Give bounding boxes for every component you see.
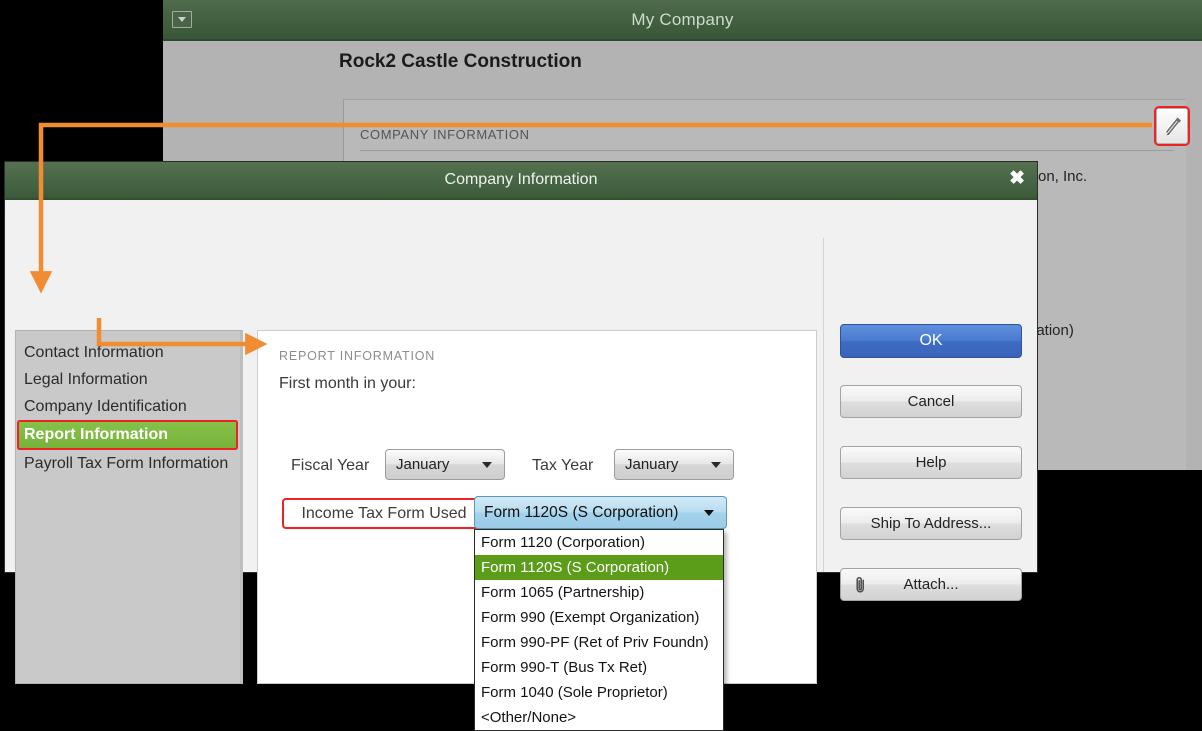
tax-year-select[interactable]: January — [614, 449, 734, 480]
dropdown-option[interactable]: Form 1120 (Corporation) — [475, 530, 723, 555]
paperclip-icon — [855, 575, 866, 606]
section-divider — [360, 150, 1174, 151]
sidebar-item-payroll-tax-form-information[interactable]: Payroll Tax Form Information — [16, 450, 240, 477]
ship-to-address-button[interactable]: Ship To Address... — [840, 507, 1022, 540]
fiscal-year-value: January — [396, 456, 450, 473]
dialog-vertical-divider — [823, 238, 824, 572]
company-name-heading: Rock2 Castle Construction — [339, 51, 582, 72]
help-button[interactable]: Help — [840, 446, 1022, 479]
dialog-sidebar: Contact Information Legal Information Co… — [15, 330, 243, 684]
attach-button-label: Attach... — [903, 576, 959, 593]
close-icon[interactable]: ✖ — [1009, 169, 1025, 188]
dropdown-option[interactable]: Form 990-T (Bus Tx Ret) — [475, 655, 723, 680]
cancel-button[interactable]: Cancel — [840, 385, 1022, 418]
sidebar-item-report-information[interactable]: Report Information — [19, 422, 236, 448]
background-window-title: My Company — [631, 10, 734, 29]
sidebar-item-company-identification[interactable]: Company Identification — [16, 393, 240, 420]
dialog-button-column: OK Cancel Help Ship To Address... Attach… — [831, 324, 1031, 629]
attach-paperclip-button[interactable] — [1156, 108, 1188, 144]
chevron-down-icon — [482, 461, 492, 468]
report-information-panel: REPORT INFORMATION First month in your: … — [257, 330, 817, 731]
paperclip-icon — [1164, 117, 1181, 136]
fiscal-year-select[interactable]: January — [385, 449, 505, 480]
company-information-dialog: Company Information ✖ Contact Informatio… — [4, 161, 1038, 731]
income-tax-form-used-label: Income Tax Form Used — [282, 498, 486, 529]
company-information-section-label: COMPANY INFORMATION — [360, 127, 530, 142]
sidebar-item-contact-information[interactable]: Contact Information — [16, 339, 240, 366]
fiscal-year-label: Fiscal Year — [291, 457, 370, 474]
ok-button[interactable]: OK — [840, 324, 1022, 358]
background-window-titlebar: My Company — [163, 0, 1202, 41]
dropdown-option[interactable]: Form 990 (Exempt Organization) — [475, 605, 723, 630]
dropdown-option-selected[interactable]: Form 1120S (S Corporation) — [475, 555, 723, 580]
chevron-down-icon — [711, 461, 721, 468]
income-tax-form-dropdown-list[interactable]: Form 1120 (Corporation) Form 1120S (S Co… — [474, 529, 724, 731]
tax-year-value: January — [625, 456, 679, 473]
sidebar-item-legal-information[interactable]: Legal Information — [16, 366, 240, 393]
dropdown-option[interactable]: Form 1040 (Sole Proprietor) — [475, 680, 723, 705]
tax-year-label: Tax Year — [532, 457, 594, 474]
dropdown-option[interactable]: <Other/None> — [475, 705, 723, 730]
income-tax-form-select[interactable]: Form 1120S (S Corporation) — [474, 496, 727, 529]
report-information-header: REPORT INFORMATION — [279, 349, 436, 363]
dropdown-option[interactable]: Form 990-PF (Ret of Priv Foundn) — [475, 630, 723, 655]
first-month-label: First month in your: — [279, 375, 416, 392]
income-tax-form-value: Form 1120S (S Corporation) — [484, 503, 679, 521]
chevron-down-icon — [704, 509, 714, 516]
dialog-title: Company Information — [444, 171, 598, 188]
dropdown-option[interactable]: Form 1065 (Partnership) — [475, 580, 723, 605]
dialog-titlebar: Company Information ✖ — [5, 162, 1037, 200]
